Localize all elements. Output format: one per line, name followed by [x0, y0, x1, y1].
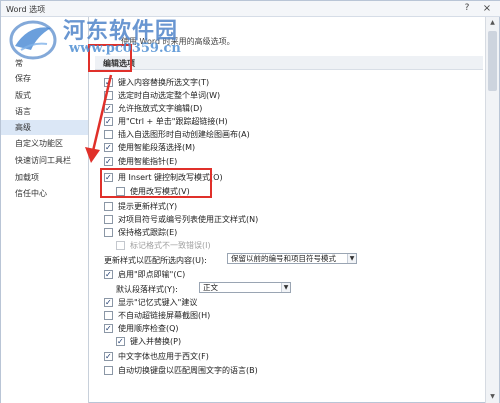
checkbox[interactable] [104, 103, 113, 114]
option-label: 使用智能指针(E) [118, 157, 178, 166]
window-title: Word 选项 [6, 5, 46, 14]
checkbox[interactable] [104, 202, 113, 211]
annotation-box-insert-overtype [100, 168, 212, 198]
option-label: 用"Ctrl + 单击"跟踪超链接(H) [118, 117, 228, 126]
checkbox[interactable] [104, 228, 113, 237]
update-style-select[interactable]: 保留以前的编号和项目符号模式 ▼ [227, 253, 357, 264]
sidebar-item-label: 高级 [15, 123, 31, 132]
checkbox[interactable] [104, 116, 113, 127]
option-label: 显示"记忆式键入"建议 [118, 298, 198, 307]
checkbox[interactable] [104, 91, 113, 100]
option-label: 使用智能段落选择(M) [118, 143, 196, 152]
sidebar-item-save[interactable]: 保存 [1, 71, 88, 86]
checkbox[interactable] [104, 130, 113, 139]
option-label: 插入自选图形时自动创建绘图画布(A) [118, 130, 250, 139]
word-options-window: Word 选项 ? × 常 保存 版式 语言 高级 自定义功能区 快速访问工具栏… [0, 0, 500, 403]
sidebar-item-label: 自定义功能区 [15, 139, 63, 148]
option-label: 标记格式不一致错误(I) [130, 241, 211, 250]
option-label: 中文字体也应用于西文(F) [118, 352, 209, 361]
content-scrollbar[interactable]: ▲ ▼ [485, 17, 499, 403]
checkbox[interactable] [104, 311, 113, 320]
sidebar-item-quick-access-toolbar[interactable]: 快速访问工具栏 [1, 153, 88, 168]
update-style-label: 更新样式以匹配所选内容(U): [104, 256, 207, 265]
chevron-down-icon: ▼ [347, 254, 356, 263]
close-icon[interactable]: × [479, 2, 495, 15]
option-label: 保持格式跟踪(E) [118, 228, 178, 237]
sidebar-item-customize-ribbon[interactable]: 自定义功能区 [1, 136, 88, 151]
checkbox[interactable] [104, 351, 113, 362]
watermark-logo [9, 20, 57, 60]
sidebar-item-label: 版式 [15, 91, 31, 100]
sidebar-item-label: 保存 [15, 74, 31, 83]
help-icon[interactable]: ? [459, 2, 475, 15]
section-header-editing: 编辑选项 [95, 56, 483, 70]
checkbox[interactable] [104, 323, 113, 334]
option-label: 键入并替换(P) [130, 337, 182, 346]
sidebar-item-label: 信任中心 [15, 189, 47, 198]
sidebar-item-label: 快速访问工具栏 [15, 156, 71, 165]
sidebar-item-add-ins[interactable]: 加载项 [1, 170, 88, 185]
scroll-down-icon[interactable]: ▼ [486, 391, 499, 403]
sidebar-item-advanced[interactable]: 高级 [1, 120, 88, 135]
checkbox[interactable] [104, 142, 113, 153]
options-sidebar: 常 保存 版式 语言 高级 自定义功能区 快速访问工具栏 加载项 信任中心 [1, 17, 89, 403]
checkbox [116, 241, 125, 250]
checkbox[interactable] [104, 297, 113, 308]
option-label: 键入内容替换所选文字(T) [118, 78, 210, 87]
sidebar-item-label: 语言 [15, 107, 31, 116]
chevron-down-icon: ▼ [281, 283, 290, 292]
default-paragraph-style-label: 默认段落样式(Y): [116, 285, 178, 294]
checkbox[interactable] [104, 366, 113, 375]
sidebar-item-layout[interactable]: 版式 [1, 88, 88, 103]
scroll-up-icon[interactable]: ▲ [486, 17, 499, 29]
option-label: 选定时自动选定整个单词(W) [118, 91, 221, 100]
option-label: 允许拖放式文字编辑(D) [118, 104, 203, 113]
option-label: 启用"即点即输"(C) [118, 270, 186, 279]
scroll-thumb[interactable] [488, 31, 497, 91]
sidebar-item-trust-center[interactable]: 信任中心 [1, 186, 88, 201]
sidebar-item-label: 加载项 [15, 173, 39, 182]
option-label: 自动切换键盘以匹配周围文字的语言(B) [118, 366, 258, 375]
watermark-url: www.pc0359.cn [69, 41, 181, 56]
select-value: 保留以前的编号和项目符号模式 [231, 254, 336, 263]
select-value: 正文 [203, 283, 218, 292]
option-label: 不自动超链接屏幕截图(H) [118, 311, 211, 320]
default-paragraph-style-select[interactable]: 正文 ▼ [199, 282, 291, 293]
sidebar-item-language[interactable]: 语言 [1, 104, 88, 119]
checkbox[interactable] [104, 215, 113, 224]
option-label: 对项目符号或编号列表使用正文样式(N) [118, 215, 259, 224]
option-label: 使用顺序检查(Q) [118, 324, 179, 333]
checkbox[interactable] [104, 156, 113, 167]
checkbox[interactable] [104, 269, 113, 280]
checkbox[interactable] [104, 77, 113, 88]
option-label: 提示更新样式(Y) [118, 202, 178, 211]
checkbox[interactable] [116, 336, 125, 347]
